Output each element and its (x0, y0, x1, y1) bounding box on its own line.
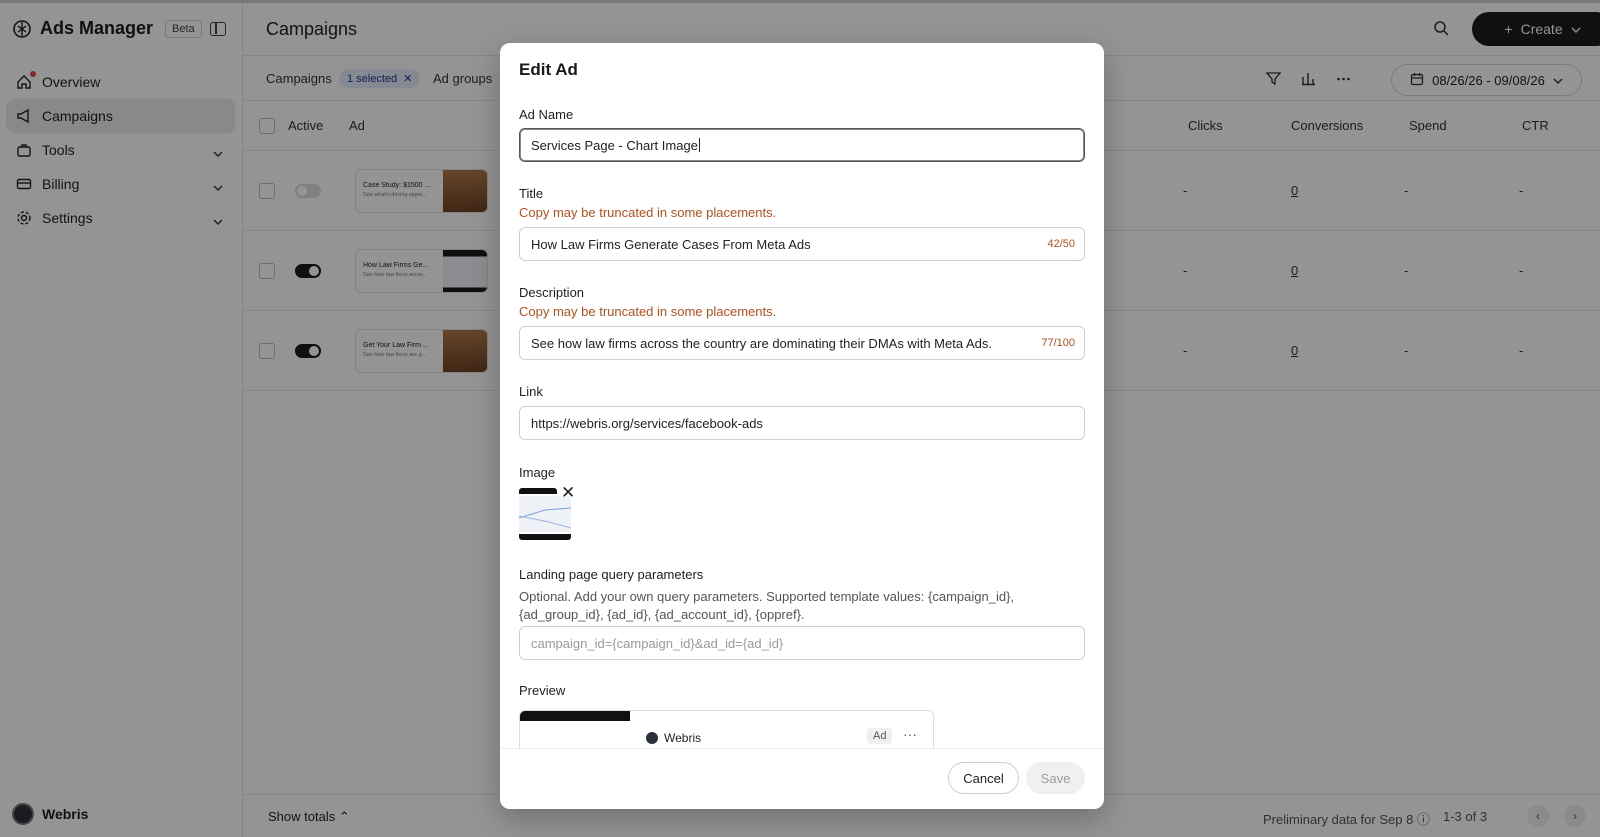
description-counter: 77/100 (1041, 337, 1075, 349)
avatar (646, 732, 658, 744)
preview-advertiser: Webris (646, 731, 701, 745)
ad-tag: Ad (867, 728, 893, 744)
title-label: Title (519, 186, 544, 201)
preview-label: Preview (519, 683, 566, 698)
ad-name-value: Services Page - Chart Image (531, 137, 698, 153)
link-value: https://webris.org/services/facebook-ads (531, 415, 763, 431)
dialog-footer: Cancel Save (500, 748, 1104, 809)
query-params-placeholder: campaign_id={campaign_id}&ad_id={ad_id} (531, 635, 784, 651)
description-value: See how law firms across the country are… (531, 335, 992, 351)
edit-ad-dialog: Edit Ad Ad Name Services Page - Chart Im… (500, 43, 1104, 809)
link-input[interactable]: https://webris.org/services/facebook-ads (519, 406, 1085, 440)
more-icon[interactable]: ··· (903, 726, 917, 742)
cancel-button[interactable]: Cancel (948, 762, 1019, 794)
title-value: How Law Firms Generate Cases From Meta A… (531, 236, 811, 252)
text-cursor (698, 138, 700, 152)
ad-name-label: Ad Name (519, 107, 574, 122)
query-params-help: Optional. Add your own query parameters.… (519, 589, 1015, 622)
link-label: Link (519, 384, 543, 399)
preview-brand-name: Webris (664, 731, 702, 745)
ad-name-input[interactable]: Services Page - Chart Image (519, 128, 1085, 162)
save-button[interactable]: Save (1026, 762, 1085, 794)
query-params-input[interactable]: campaign_id={campaign_id}&ad_id={ad_id} (519, 626, 1085, 660)
title-input[interactable]: How Law Firms Generate Cases From Meta A… (519, 227, 1085, 261)
title-counter: 42/50 (1047, 238, 1075, 250)
title-warning: Copy may be truncated in some placements… (519, 205, 777, 220)
description-label: Description (519, 285, 585, 300)
thumbnail-bottom-bar (519, 534, 571, 540)
remove-image-icon[interactable]: ✕ (561, 483, 575, 503)
dialog-title: Edit Ad (519, 60, 578, 79)
image-label: Image (519, 465, 556, 480)
description-warning: Copy may be truncated in some placements… (519, 304, 777, 319)
query-params-label: Landing page query parameters (519, 567, 704, 582)
description-input[interactable]: See how law firms across the country are… (519, 326, 1085, 360)
preview-image-bar (520, 711, 630, 721)
